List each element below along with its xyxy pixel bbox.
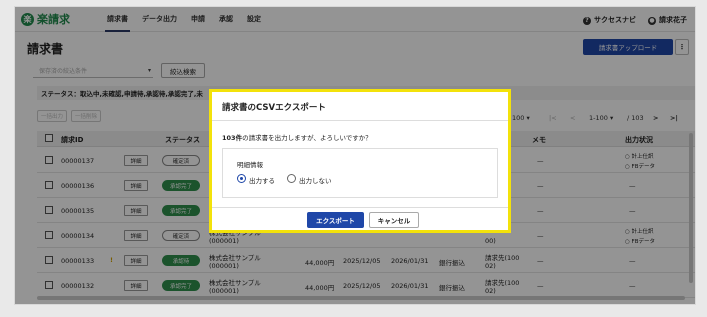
divider [212,120,508,121]
radio-output-off[interactable] [287,174,296,183]
divider [212,207,508,208]
cancel-button[interactable]: キャンセル [369,212,419,228]
app-window: 楽 楽請求 請求書 データ出力 申請 承認 設定 ? サクセスナビ ● 請求花子 請… [14,6,696,305]
csv-export-dialog: 請求書のCSVエクスポート 103件の請求書を出力しますが、よろしいですか？ 明… [209,89,511,233]
detail-option-group: 明細情報 出力する 出力しない [222,148,498,198]
radio-output-off-label[interactable]: 出力しない [299,175,332,185]
export-button[interactable]: エクスポート [307,212,364,228]
dialog-message: 103件の請求書を出力しますが、よろしいですか？ [222,134,372,142]
radio-output-on-label[interactable]: 出力する [249,175,275,185]
radio-output-on[interactable] [237,174,246,183]
option-label: 明細情報 [237,161,263,169]
dialog-title: 請求書のCSVエクスポート [222,103,326,113]
